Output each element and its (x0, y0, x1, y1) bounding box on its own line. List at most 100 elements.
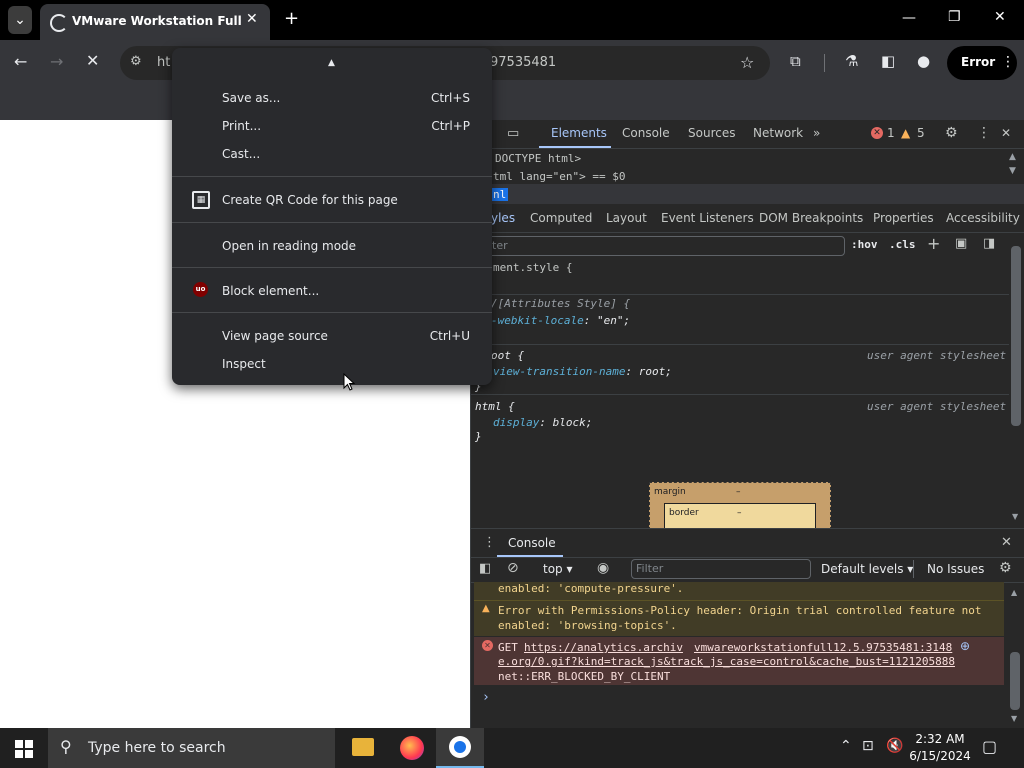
dom-scroll-up-icon[interactable]: ▲ (1009, 152, 1016, 162)
styles-filter-input[interactable]: ter (479, 236, 845, 256)
menu-item-print[interactable]: Print... (222, 119, 261, 133)
drawer-menu-icon[interactable]: ⋮ (483, 535, 496, 550)
show-hidden-icons-chevron-icon[interactable]: ⌃ (840, 738, 852, 754)
file-explorer-icon[interactable] (352, 738, 374, 756)
subtab-properties[interactable]: Properties (873, 211, 934, 225)
context-select[interactable]: top ▾ (543, 562, 573, 576)
ua-label[interactable]: user agent stylesheet (867, 400, 1006, 413)
volume-muted-icon[interactable]: 🔇 (886, 738, 903, 754)
tab-network[interactable]: Network (753, 126, 803, 140)
tab-search-button[interactable]: ⌄ (8, 6, 32, 34)
console-filter-input[interactable]: Filter (631, 559, 811, 579)
menu-item-inspect[interactable]: Inspect (222, 357, 266, 371)
box-model-margin[interactable]: margin – border – (649, 482, 831, 531)
firefox-icon[interactable] (400, 736, 424, 760)
rule-attributes-selector[interactable]: /[Attributes Style] { (491, 297, 630, 310)
styles-scroll-down-icon[interactable]: ▼ (1012, 512, 1018, 521)
console-settings-icon[interactable]: ⚙ (999, 560, 1012, 576)
rule-root-selector[interactable]: oot { (491, 349, 524, 362)
console-error-line3[interactable]: net::ERR_BLOCKED_BY_CLIENT (498, 670, 670, 683)
back-icon[interactable]: ← (14, 52, 27, 71)
device-toggle-icon[interactable]: ▭ (507, 126, 519, 141)
tab-close-icon[interactable]: ✕ (246, 11, 258, 27)
side-panel-icon[interactable]: ◧ (881, 52, 895, 70)
error-chip[interactable]: Error ⋮ (947, 46, 1017, 80)
menu-scroll-up-icon[interactable]: ▲ (328, 58, 335, 68)
rule-element-style[interactable]: ment.style { (493, 261, 572, 274)
labs-flask-icon[interactable]: ⚗ (845, 52, 858, 70)
menu-item-reading-mode[interactable]: Open in reading mode (222, 239, 356, 253)
subtab-computed[interactable]: Computed (530, 211, 592, 225)
clear-console-icon[interactable]: ⊘ (507, 560, 519, 576)
devtools-close-icon[interactable]: ✕ (1001, 126, 1011, 140)
subtab-layout[interactable]: Layout (606, 211, 647, 225)
browser-tab[interactable]: VMware Workstation Full 12.5. ✕ (40, 4, 270, 40)
window-close-icon[interactable]: ✕ (994, 9, 1006, 25)
menu-item-save-as[interactable]: Save as... (222, 91, 280, 105)
clock-time[interactable]: 2:32 AM (914, 732, 966, 746)
taskbar-search-box[interactable]: ⚲ Type here to search (48, 728, 335, 768)
subtab-dom-breakpoints[interactable]: DOM Breakpoints (759, 211, 863, 225)
profile-icon[interactable]: ● (917, 52, 930, 70)
console-sidebar-icon[interactable]: ◧ (479, 561, 491, 576)
console-prompt[interactable]: › (482, 690, 490, 705)
drawer-close-icon[interactable]: ✕ (1001, 535, 1012, 550)
settings-gear-icon[interactable]: ⚙ (945, 125, 958, 141)
stop-loading-icon[interactable]: ✕ (86, 51, 99, 70)
globe-icon[interactable]: ⊕ (960, 639, 970, 653)
hov-toggle[interactable]: :hov (851, 238, 878, 251)
ua-label[interactable]: user agent stylesheet (867, 349, 1006, 362)
subtab-accessibility[interactable]: Accessibility (946, 211, 1020, 225)
notifications-icon[interactable]: ▢ (982, 737, 997, 756)
dom-html-node[interactable]: tml lang="en"> == $0 (493, 170, 625, 183)
clock-date[interactable]: 6/15/2024 (908, 749, 972, 763)
rule-attributes-decl[interactable]: -webkit-locale: "en"; (491, 314, 630, 327)
console-scroll-up-icon[interactable]: ▲ (1011, 588, 1017, 597)
forward-icon[interactable]: → (50, 52, 63, 71)
console-msg-line[interactable]: enabled: 'compute-pressure'. (498, 582, 683, 595)
subtab-event-listeners[interactable]: Event Listeners (661, 211, 754, 225)
box-model-border[interactable]: border – (664, 503, 816, 531)
console-scroll-down-icon[interactable]: ▼ (1011, 714, 1017, 723)
console-error-source[interactable]: vmwareworkstationfull12.5.97535481:3148 (694, 641, 952, 654)
drawer-tab-console[interactable]: Console (508, 536, 556, 550)
default-levels-select[interactable]: Default levels ▾ (821, 562, 913, 576)
live-expression-eye-icon[interactable]: ◉ (597, 560, 609, 576)
tab-sources[interactable]: Sources (688, 126, 735, 140)
site-info-icon[interactable]: ⚙ (130, 54, 142, 69)
rule-html-decl[interactable]: display: block; (493, 416, 592, 429)
error-count[interactable]: 1 (887, 126, 895, 140)
network-icon[interactable]: ⊡ (862, 738, 874, 754)
menu-item-qr-code[interactable]: Create QR Code for this page (222, 193, 398, 207)
console-warning-line1[interactable]: Error with Permissions-Policy header: Or… (498, 604, 981, 617)
tab-console[interactable]: Console (622, 126, 670, 140)
console-warning-line2[interactable]: enabled: 'browsing-topics'. (498, 619, 677, 632)
rule-html-selector[interactable]: html { (475, 400, 515, 413)
warning-count[interactable]: 5 (917, 126, 925, 140)
console-error-link-cont[interactable]: e.org/0.gif?kind=track_js&track_js_case=… (498, 655, 955, 668)
more-tabs-icon[interactable]: » (813, 126, 820, 140)
new-tab-button[interactable]: + (284, 8, 299, 29)
menu-item-view-source[interactable]: View page source (222, 329, 328, 343)
bookmark-star-icon[interactable]: ☆ (740, 53, 754, 72)
styles-scrollbar[interactable] (1011, 246, 1021, 426)
sidebar-toggle-icon[interactable]: ◨ (983, 236, 995, 251)
dom-doctype[interactable]: DOCTYPE html> (495, 152, 581, 165)
chrome-taskbar-button[interactable] (436, 728, 484, 768)
new-rule-icon[interactable]: + (927, 234, 940, 253)
restore-icon[interactable]: ❐ (948, 9, 961, 25)
paint-brush-icon[interactable]: ▣ (955, 236, 967, 251)
extensions-icon[interactable]: ⧉ (790, 52, 801, 70)
cls-toggle[interactable]: .cls (889, 238, 916, 251)
breadcrumb-html[interactable]: nl (491, 188, 509, 201)
devtools-menu-icon[interactable]: ⋮ (977, 125, 991, 141)
no-issues-label[interactable]: No Issues (927, 562, 984, 576)
rule-root-decl[interactable]: view-transition-name: root; (493, 365, 672, 378)
menu-item-cast[interactable]: Cast... (222, 147, 260, 161)
menu-item-block-element[interactable]: Block element... (222, 284, 319, 298)
console-scrollbar[interactable] (1010, 652, 1020, 710)
console-error-link[interactable]: https://analytics.archiv (524, 641, 683, 654)
tab-elements[interactable]: Elements (551, 126, 607, 140)
windows-start-icon[interactable] (15, 740, 33, 758)
dom-scroll-down-icon[interactable]: ▼ (1009, 166, 1016, 176)
